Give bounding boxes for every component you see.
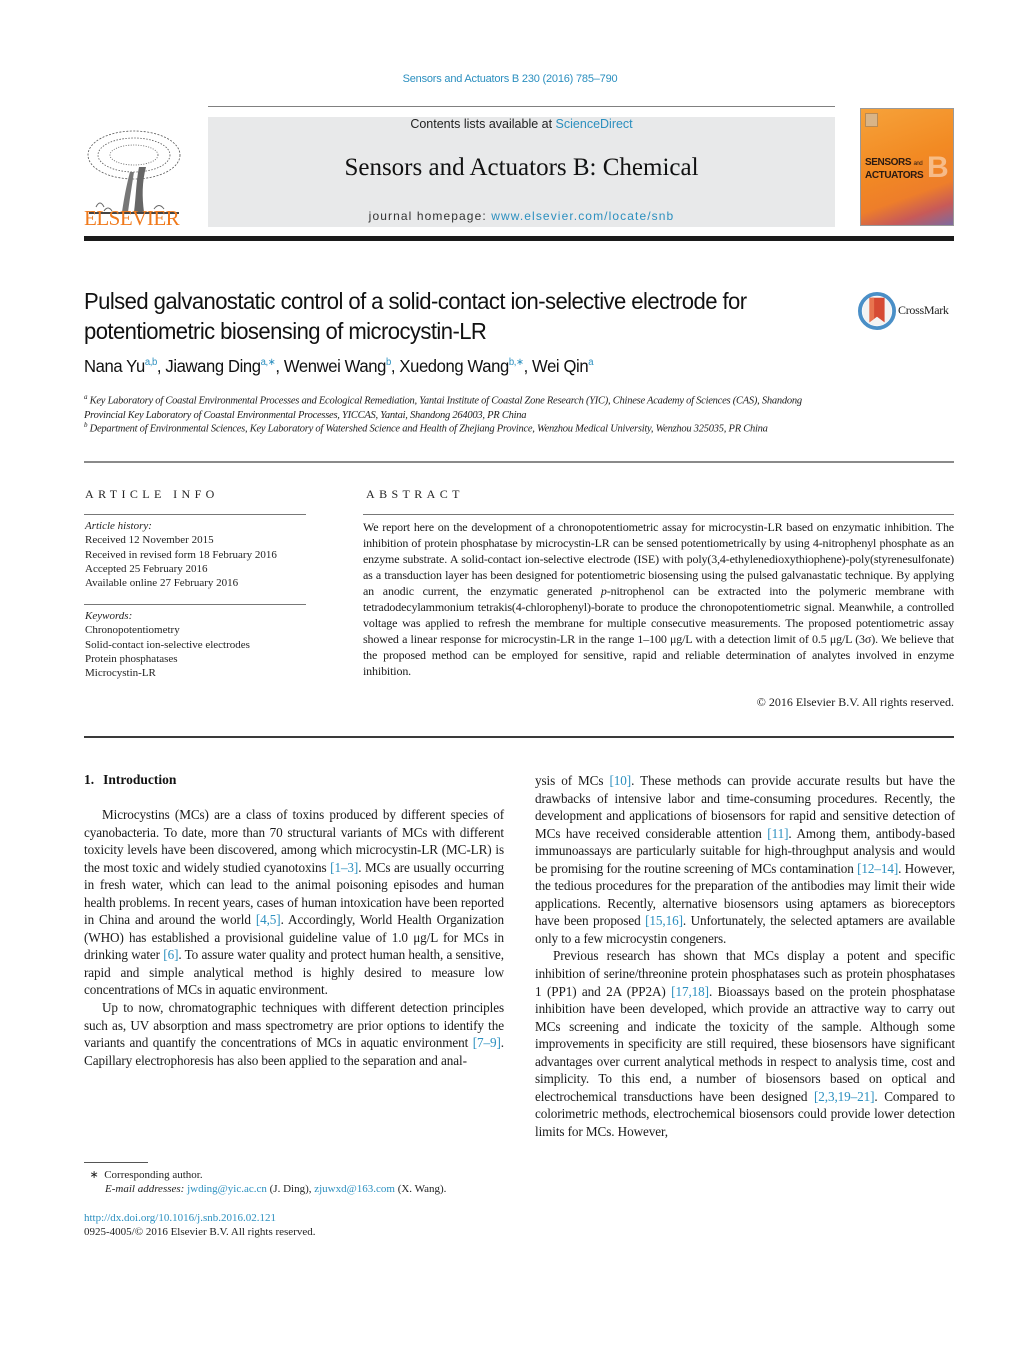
- author-affiliation-mark[interactable]: a,b: [145, 357, 157, 368]
- footnote-rule: [84, 1162, 148, 1163]
- cover-line2: ACTUATORS: [865, 170, 924, 181]
- contents-prefix: Contents lists available at: [410, 117, 556, 131]
- info-divider: [84, 604, 306, 605]
- journal-reference[interactable]: Sensors and Actuators B 230 (2016) 785–7…: [0, 73, 1020, 85]
- keyword: Protein phosphatases: [85, 652, 178, 665]
- section-divider: [84, 461, 954, 463]
- paragraph: Previous research has shown that MCs dis…: [535, 948, 955, 1139]
- citation-link[interactable]: [15,16]: [645, 913, 683, 928]
- info-divider: [84, 514, 306, 515]
- header-thick-rule: [84, 236, 954, 241]
- author-name[interactable]: Nana Yu: [84, 356, 145, 376]
- paragraph: Up to now, chromatographic techniques wi…: [84, 1000, 504, 1068]
- email-addresses: E-mail addresses: jwding@yic.ac.cn (J. D…: [105, 1182, 535, 1197]
- author-affiliation-mark[interactable]: b: [386, 357, 391, 368]
- journal-banner: Contents lists available at ScienceDirec…: [208, 117, 835, 227]
- sciencedirect-link[interactable]: ScienceDirect: [556, 117, 633, 131]
- keywords: Keywords: Chronopotentiometry Solid-cont…: [85, 609, 315, 680]
- body-divider: [84, 736, 954, 738]
- footnote-star: ∗: [89, 1169, 99, 1181]
- contents-available: Contents lists available at ScienceDirec…: [208, 117, 835, 131]
- header-top-rule: [208, 106, 835, 107]
- author[interactable]: Wenwei Wangb: [284, 356, 391, 376]
- author-affiliation-mark[interactable]: a: [588, 357, 593, 368]
- history-item: Available online 27 February 2016: [85, 577, 239, 590]
- author-name[interactable]: Wei Qin: [532, 356, 589, 376]
- history-item: Received in revised form 18 February 201…: [85, 548, 277, 561]
- cover-elsevier-logo-icon: [865, 113, 878, 127]
- affiliation-mark: b: [84, 421, 88, 429]
- author[interactable]: Nana Yua,b: [84, 356, 157, 376]
- affiliation-text: Department of Environmental Sciences, Ke…: [89, 423, 768, 435]
- keyword: Chronopotentiometry: [85, 624, 180, 637]
- doi-link[interactable]: http://dx.doi.org/10.1016/j.snb.2016.02.…: [84, 1212, 276, 1224]
- issn-copyright: 0925-4005/© 2016 Elsevier B.V. All right…: [84, 1226, 316, 1238]
- section-title: Introduction: [103, 772, 177, 787]
- citation-link[interactable]: [11]: [767, 826, 788, 841]
- crossmark-label[interactable]: CrossMark: [898, 303, 949, 318]
- section-number: 1.: [84, 772, 95, 787]
- paragraph-continued: ysis of MCs [10]. These methods can prov…: [535, 773, 955, 946]
- history-item: Accepted 25 February 2016: [85, 562, 208, 575]
- article-title: Pulsed galvanostatic control of a solid-…: [84, 288, 747, 344]
- paragraph: Microcystins (MCs) are a class of toxins…: [84, 807, 505, 998]
- citation-link[interactable]: [17,18]: [671, 984, 709, 999]
- crossmark-icon[interactable]: [858, 292, 896, 330]
- corresponding-author-note: ∗ Corresponding author.: [84, 1168, 514, 1183]
- citation-link[interactable]: [10]: [610, 773, 632, 788]
- journal-homepage: journal homepage: www.elsevier.com/locat…: [208, 209, 835, 223]
- email-owner: (J. Ding),: [266, 1183, 315, 1195]
- email-label: E-mail addresses:: [105, 1183, 185, 1195]
- history-item: Received 12 November 2015: [85, 534, 214, 547]
- abstract-text: We report here on the development of a c…: [363, 519, 954, 679]
- author-name[interactable]: Xuedong Wang: [399, 356, 509, 376]
- author-name[interactable]: Wenwei Wang: [284, 356, 386, 376]
- email-owner: (X. Wang).: [394, 1183, 447, 1195]
- author[interactable]: Jiawang Dinga,∗: [165, 356, 275, 376]
- body-column-right: ysis of MCs [10]. These methods can prov…: [535, 772, 955, 1140]
- homepage-link[interactable]: www.elsevier.com/locate/snb: [491, 209, 674, 223]
- affiliation-text: Key Laboratory of Coastal Environmental …: [84, 395, 802, 421]
- cover-title: SENSORS and ACTUATORS: [865, 157, 924, 181]
- author[interactable]: Wei Qina: [532, 356, 593, 376]
- affiliation-b: b Department of Environmental Sciences, …: [84, 418, 824, 437]
- citation-link[interactable]: [7–9]: [473, 1035, 501, 1050]
- history-label: Article history:: [85, 520, 152, 532]
- affiliation-mark: a: [84, 393, 88, 401]
- body-column-left: Microcystins (MCs) are a class of toxins…: [84, 806, 504, 1069]
- citation-link[interactable]: [1–3]: [330, 860, 358, 875]
- citation-link[interactable]: [2,3,19–21]: [814, 1089, 875, 1104]
- cover-letter: B: [927, 151, 949, 184]
- keywords-label: Keywords:: [85, 610, 133, 622]
- elsevier-wordmark[interactable]: ELSEVIER: [84, 206, 180, 231]
- citation-link[interactable]: [12–14]: [857, 861, 898, 876]
- author-affiliation-mark[interactable]: b,∗: [509, 357, 524, 368]
- cover-and: and: [913, 161, 923, 167]
- author-affiliation-mark[interactable]: a,∗: [261, 357, 276, 368]
- journal-cover-thumbnail[interactable]: B SENSORS and ACTUATORS: [860, 108, 954, 226]
- journal-title: Sensors and Actuators B: Chemical: [344, 154, 699, 181]
- abstract-divider: [363, 514, 954, 515]
- citation-link[interactable]: [4,5]: [256, 912, 281, 927]
- keyword: Solid-contact ion-selective electrodes: [85, 638, 250, 651]
- corresponding-text: Corresponding author.: [104, 1169, 203, 1181]
- article-history: Article history: Received 12 November 20…: [85, 519, 315, 590]
- abstract-part: -nitrophenol can be extracted into the p…: [363, 584, 954, 678]
- email-link-ding[interactable]: jwding@yic.ac.cn: [187, 1183, 267, 1195]
- abstract-copyright: © 2016 Elsevier B.V. All rights reserved…: [756, 695, 954, 709]
- author-name[interactable]: Jiawang Ding: [165, 356, 261, 376]
- cover-line1: SENSORS: [865, 157, 912, 168]
- email-link-wang[interactable]: zjuwxd@163.com: [314, 1183, 395, 1195]
- author-list: Nana Yua,b, Jiawang Dinga,∗, Wenwei Wang…: [84, 356, 594, 376]
- keyword: Microcystin-LR: [85, 667, 156, 680]
- section-heading-introduction: 1. Introduction: [84, 772, 176, 788]
- article-info-heading: ARTICLE INFO: [85, 487, 219, 501]
- author[interactable]: Xuedong Wangb,∗: [399, 356, 524, 376]
- abstract-heading: ABSTRACT: [366, 487, 464, 501]
- citation-link[interactable]: [6]: [163, 947, 178, 962]
- homepage-prefix: journal homepage:: [368, 209, 492, 223]
